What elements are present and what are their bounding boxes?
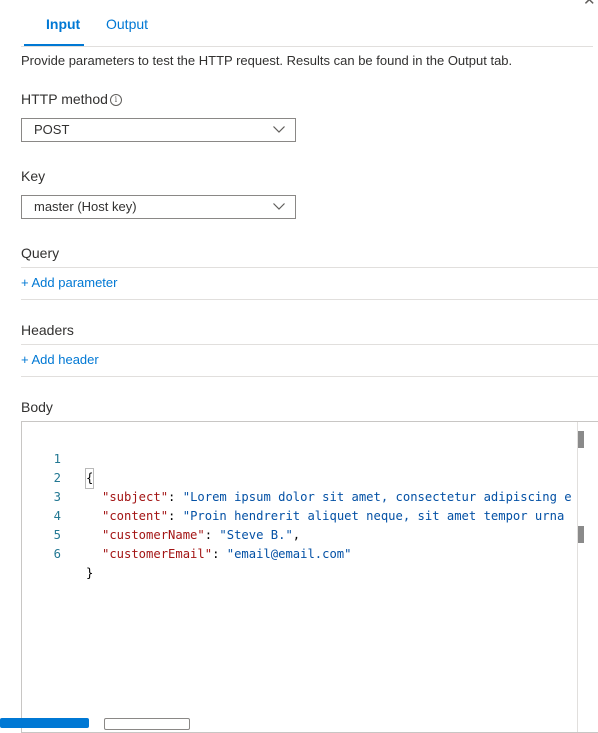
- http-method-dropdown[interactable]: POST: [21, 118, 296, 142]
- code-text: }: [86, 566, 94, 580]
- description-text: Provide parameters to test the HTTP requ…: [21, 53, 513, 68]
- chevron-down-icon: [273, 126, 285, 133]
- chevron-down-icon: [273, 203, 285, 210]
- http-method-value: POST: [34, 122, 70, 137]
- key-label: Key: [21, 168, 46, 184]
- editor-line: 2 "subject": "Lorem ipsum dolor sit amet…: [22, 450, 598, 504]
- editor-line: 5 "customerEmail": "email@email.com": [22, 507, 598, 561]
- key-value: master (Host key): [34, 199, 137, 214]
- query-divider: [21, 267, 598, 268]
- scrollbar-marker: [578, 431, 584, 448]
- query-bottom-divider: [21, 299, 598, 300]
- run-button[interactable]: [0, 718, 89, 728]
- editor-line: 4 "customerName": "Steve B.",: [22, 488, 598, 542]
- editor-line: 6 }: [22, 526, 598, 580]
- editor-line: 3 "content": "Proin hendrerit aliquet ne…: [22, 469, 598, 523]
- active-tab-indicator: [24, 44, 84, 46]
- body-editor[interactable]: 1 { 2 "subject": "Lorem ipsum dolor sit …: [21, 421, 598, 733]
- tab-input[interactable]: Input: [46, 16, 80, 32]
- editor-line: 1 {: [22, 431, 598, 489]
- editor-scrollbar[interactable]: [577, 422, 578, 732]
- tab-output[interactable]: Output: [106, 16, 148, 32]
- add-header-link[interactable]: + Add header: [21, 352, 99, 367]
- tab-bar: Input Output: [21, 0, 593, 47]
- query-label: Query: [21, 245, 60, 261]
- close-button[interactable]: [104, 718, 190, 730]
- headers-divider: [21, 344, 598, 345]
- body-label: Body: [21, 399, 53, 415]
- line-number: 6: [53, 547, 61, 561]
- headers-bottom-divider: [21, 376, 598, 377]
- code-text: "customerEmail": "email@email.com": [102, 547, 352, 561]
- scrollbar-marker: [578, 526, 584, 543]
- info-icon[interactable]: i: [109, 94, 122, 106]
- http-method-label: HTTP method i: [21, 91, 122, 107]
- headers-label: Headers: [21, 322, 74, 338]
- key-dropdown[interactable]: master (Host key): [21, 195, 296, 219]
- add-parameter-link[interactable]: + Add parameter: [21, 275, 117, 290]
